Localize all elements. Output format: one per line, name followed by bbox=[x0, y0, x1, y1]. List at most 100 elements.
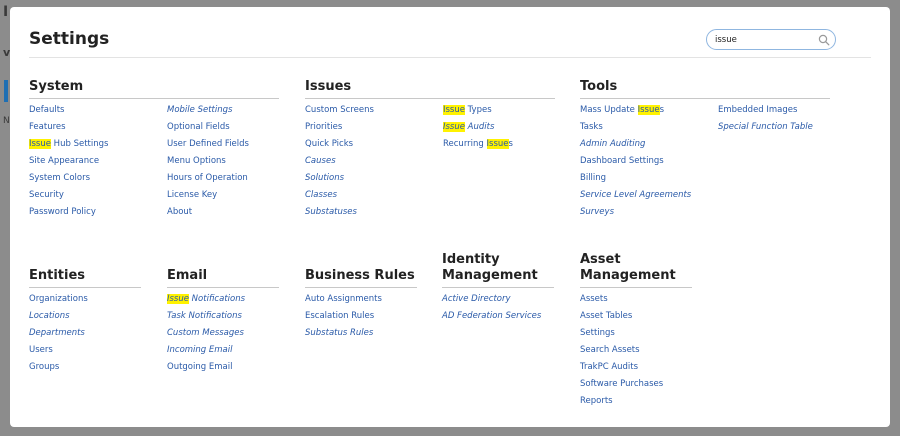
settings-link-auto-assignments[interactable]: Auto Assignments bbox=[305, 291, 382, 308]
settings-link-asset-tables[interactable]: Asset Tables bbox=[580, 308, 663, 325]
section-title: Asset Management bbox=[580, 249, 692, 284]
settings-link-service-level-agreements[interactable]: Service Level Agreements bbox=[580, 187, 691, 204]
section-title: Tools bbox=[580, 77, 830, 95]
settings-link-organizations[interactable]: Organizations bbox=[29, 291, 88, 308]
search-highlight: Issue bbox=[486, 139, 509, 149]
link-text: Departments bbox=[29, 328, 85, 338]
settings-link-security[interactable]: Security bbox=[29, 187, 108, 204]
settings-link-admin-auditing[interactable]: Admin Auditing bbox=[580, 136, 691, 153]
settings-link-active-directory[interactable]: Active Directory bbox=[442, 291, 541, 308]
settings-link-mass-update-issues[interactable]: Mass Update Issues bbox=[580, 102, 691, 119]
link-text: Special Function Table bbox=[718, 122, 813, 132]
settings-link-software-purchases[interactable]: Software Purchases bbox=[580, 376, 663, 393]
settings-link-causes[interactable]: Causes bbox=[305, 153, 374, 170]
link-text: Causes bbox=[305, 156, 336, 166]
link-text: Hours of Operation bbox=[167, 173, 248, 183]
settings-link-issue-audits[interactable]: Issue Audits bbox=[443, 119, 513, 136]
settings-link-issue-notifications[interactable]: Issue Notifications bbox=[167, 291, 245, 308]
settings-link-billing[interactable]: Billing bbox=[580, 170, 691, 187]
settings-link-hours-of-operation[interactable]: Hours of Operation bbox=[167, 170, 249, 187]
settings-link-substatuses[interactable]: Substatuses bbox=[305, 204, 374, 221]
link-text: Menu Options bbox=[167, 156, 226, 166]
link-text: Custom Messages bbox=[167, 328, 244, 338]
link-text: Site Appearance bbox=[29, 156, 100, 166]
settings-link-tasks[interactable]: Tasks bbox=[580, 119, 691, 136]
settings-link-task-notifications[interactable]: Task Notifications bbox=[167, 308, 245, 325]
settings-link-license-key[interactable]: License Key bbox=[167, 187, 249, 204]
settings-link-search-assets[interactable]: Search Assets bbox=[580, 342, 663, 359]
link-text: Assets bbox=[580, 294, 608, 304]
settings-link-solutions[interactable]: Solutions bbox=[305, 170, 374, 187]
settings-link-substatus-rules[interactable]: Substatus Rules bbox=[305, 325, 382, 342]
link-text: s bbox=[659, 105, 665, 115]
section-system: System Defaults Features Issue Hub Settings… bbox=[29, 77, 279, 217]
link-text: Auto Assignments bbox=[305, 294, 382, 304]
settings-link-departments[interactable]: Departments bbox=[29, 325, 88, 342]
link-column: Defaults Features Issue Hub Settings Site A… bbox=[29, 102, 108, 221]
settings-link-issue-hub-settings[interactable]: Issue Hub Settings bbox=[29, 136, 108, 153]
section-title-line: Email bbox=[167, 268, 208, 283]
settings-link-system-colors[interactable]: System Colors bbox=[29, 170, 108, 187]
link-text: Notifications bbox=[188, 294, 246, 304]
settings-link-groups[interactable]: Groups bbox=[29, 359, 88, 376]
settings-link-priorities[interactable]: Priorities bbox=[305, 119, 374, 136]
section-divider bbox=[305, 287, 417, 288]
settings-link-escalation-rules[interactable]: Escalation Rules bbox=[305, 308, 382, 325]
settings-link-users[interactable]: Users bbox=[29, 342, 88, 359]
section-email: Email Issue Notifications Task Notificatio… bbox=[167, 266, 279, 372]
section-asset-management: Asset Management Assets Asset Tables Setting… bbox=[580, 249, 692, 406]
section-title-line: Entities bbox=[29, 268, 86, 283]
settings-link-features[interactable]: Features bbox=[29, 119, 108, 136]
title-divider bbox=[29, 57, 871, 58]
settings-link-settings[interactable]: Settings bbox=[580, 325, 663, 342]
settings-link-surveys[interactable]: Surveys bbox=[580, 204, 691, 221]
link-text: Groups bbox=[29, 362, 60, 372]
section-title-text: Issues bbox=[305, 79, 351, 95]
link-text: Surveys bbox=[580, 207, 614, 217]
search-input[interactable] bbox=[715, 32, 815, 47]
link-column: Issue Types Issue Audits Recurring Issues bbox=[443, 102, 513, 153]
settings-link-mobile-settings[interactable]: Mobile Settings bbox=[167, 102, 249, 119]
settings-link-site-appearance[interactable]: Site Appearance bbox=[29, 153, 108, 170]
settings-link-defaults[interactable]: Defaults bbox=[29, 102, 108, 119]
section-entities: Entities Organizations Locations Department… bbox=[29, 266, 141, 372]
link-text: User Defined Fields bbox=[167, 139, 249, 149]
settings-link-incoming-email[interactable]: Incoming Email bbox=[167, 342, 245, 359]
settings-link-classes[interactable]: Classes bbox=[305, 187, 374, 204]
link-text: Recurring bbox=[443, 139, 487, 149]
settings-link-optional-fields[interactable]: Optional Fields bbox=[167, 119, 249, 136]
section-title-text: Identity Management bbox=[442, 252, 538, 284]
search-icon[interactable] bbox=[818, 34, 830, 46]
link-text: Audits bbox=[464, 122, 495, 132]
link-text: Organizations bbox=[29, 294, 88, 304]
settings-link-dashboard-settings[interactable]: Dashboard Settings bbox=[580, 153, 691, 170]
section-divider bbox=[580, 287, 692, 288]
settings-link-quick-picks[interactable]: Quick Picks bbox=[305, 136, 374, 153]
settings-link-user-defined-fields[interactable]: User Defined Fields bbox=[167, 136, 249, 153]
settings-link-trakpc-audits[interactable]: TrakPC Audits bbox=[580, 359, 663, 376]
settings-link-locations[interactable]: Locations bbox=[29, 308, 88, 325]
section-title-line: Issues bbox=[305, 79, 352, 94]
link-text: Hub Settings bbox=[50, 139, 109, 149]
section-divider bbox=[29, 287, 141, 288]
settings-link-issue-types[interactable]: Issue Types bbox=[443, 102, 513, 119]
settings-link-password-policy[interactable]: Password Policy bbox=[29, 204, 108, 221]
settings-link-ad-federation-services[interactable]: AD Federation Services bbox=[442, 308, 541, 325]
section-title: Email bbox=[167, 266, 279, 284]
settings-link-recurring-issues[interactable]: Recurring Issues bbox=[443, 136, 513, 153]
settings-link-menu-options[interactable]: Menu Options bbox=[167, 153, 249, 170]
settings-link-embedded-images[interactable]: Embedded Images bbox=[718, 102, 813, 119]
section-title-line: Asset bbox=[580, 252, 621, 267]
settings-link-special-function-table[interactable]: Special Function Table bbox=[718, 119, 813, 136]
link-text: Admin Auditing bbox=[580, 139, 646, 149]
link-text: Custom Screens bbox=[305, 105, 374, 115]
settings-link-assets[interactable]: Assets bbox=[580, 291, 663, 308]
section-divider bbox=[167, 287, 279, 288]
settings-link-outgoing-email[interactable]: Outgoing Email bbox=[167, 359, 245, 376]
settings-link-about[interactable]: About bbox=[167, 204, 249, 221]
link-column: Issue Notifications Task Notifications Cus… bbox=[167, 291, 245, 376]
settings-link-custom-screens[interactable]: Custom Screens bbox=[305, 102, 374, 119]
link-text: Types bbox=[464, 105, 492, 115]
settings-link-custom-messages[interactable]: Custom Messages bbox=[167, 325, 245, 342]
settings-link-reports[interactable]: Reports bbox=[580, 393, 663, 410]
